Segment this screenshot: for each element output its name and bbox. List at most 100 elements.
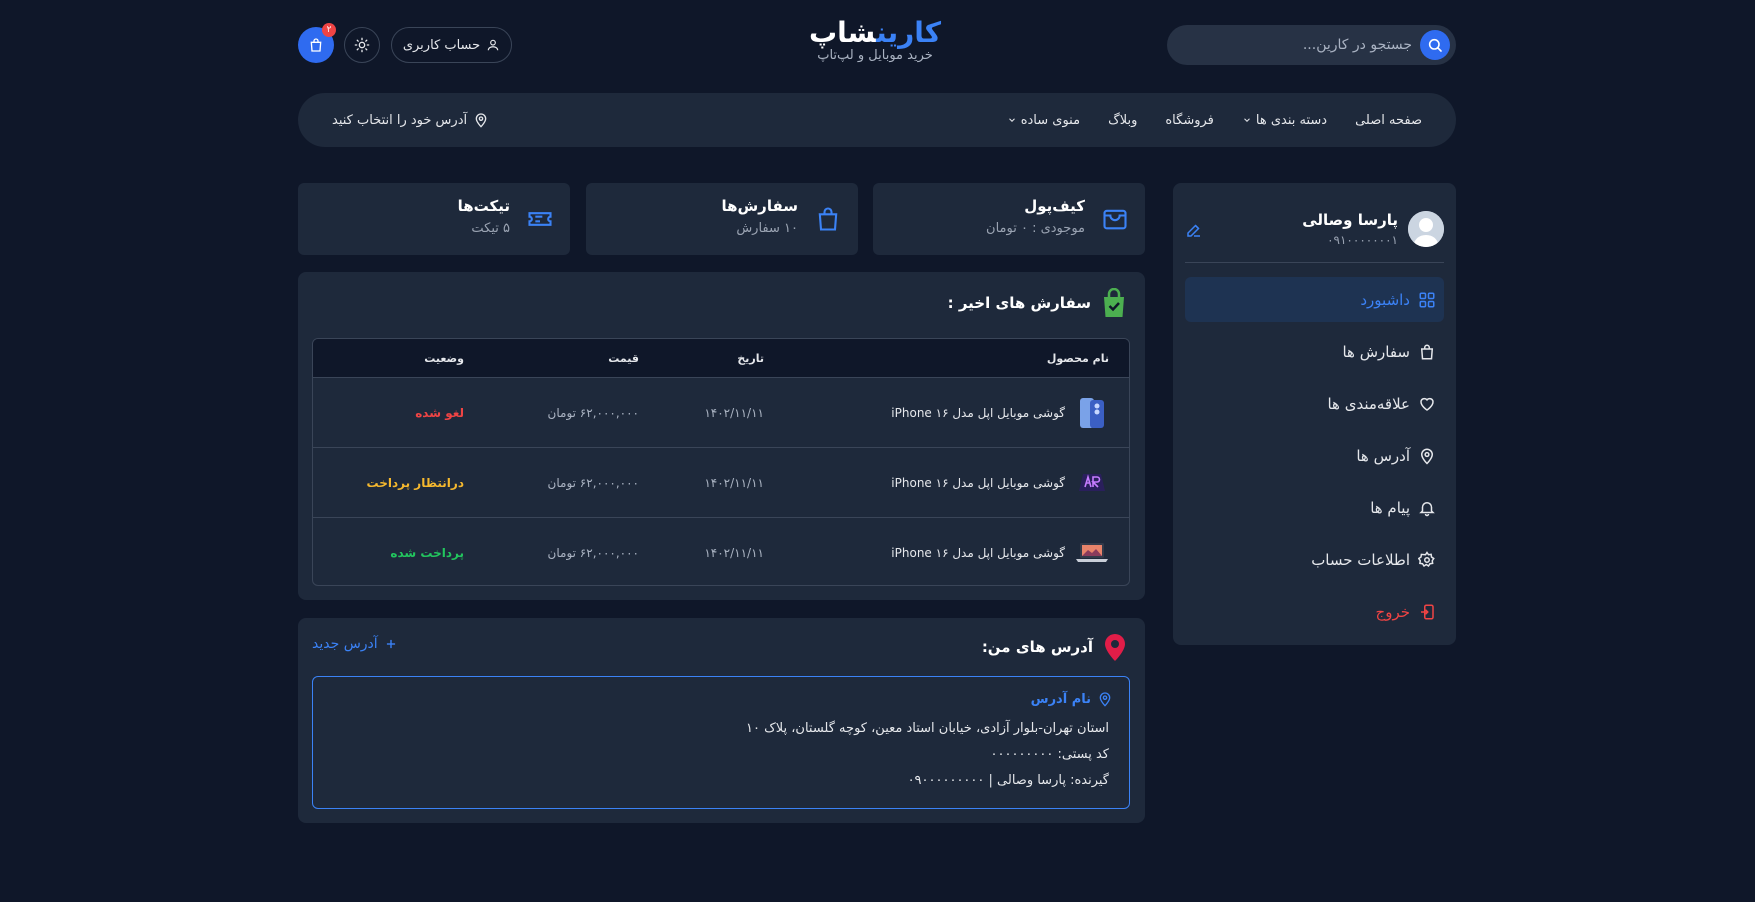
sidebar-item-label: پیام ها [1370,498,1410,517]
stat-title: تیکت‌ها [457,197,510,215]
table-header: نام محصول تاریخ قیمت وضعیت [313,339,1129,377]
nav-item-shop[interactable]: فروشگاه [1165,113,1214,128]
addresses-header: آدرس های من: [982,632,1127,662]
green-bag-icon [1104,288,1124,317]
table-row[interactable]: گوشی موبایل اپل مدل iPhone ۱۶ ۱۴۰۲/۱۱/۱۱… [313,447,1129,517]
sidebar-divider [1185,262,1444,263]
postal-code: کد پستی: ۰۰۰۰۰۰۰۰۰ [990,747,1109,762]
stat-card-tickets[interactable]: تیکت‌ها ۵ تیکت [298,183,570,255]
address-card[interactable]: نام آدرس استان تهران-بلوار آزادی، خیابان… [312,676,1130,809]
plus-icon [386,639,395,649]
column-header-date: تاریخ [737,351,764,365]
nav-item-label: صفحه اصلی [1355,112,1422,128]
table-row[interactable]: گوشی موبایل اپل مدل iPhone ۱۶ ۱۴۰۲/۱۱/۱۱… [313,517,1129,585]
recent-orders-panel: سفارش های اخیر : نام محصول تاریخ قیمت وض… [298,272,1145,600]
sidebar-item-addresses[interactable]: آدرس ها [1185,433,1444,478]
sidebar-item-favorites[interactable]: علاقه‌مندی ها [1185,381,1444,426]
bag-icon [1420,344,1434,359]
product-cell: گوشی موبایل اپل مدل iPhone ۱۶ [891,378,1109,447]
new-address-label: آدرس جدید [312,636,378,652]
gear-icon [1418,550,1435,567]
phone-product-image [1080,397,1104,428]
search-button[interactable] [1420,30,1450,60]
ticket-icon [528,212,552,226]
stat-subtitle: ۱۰ سفارش [736,221,798,236]
sidebar-item-logout[interactable]: خروج [1185,589,1444,634]
site-logo[interactable]: کارینشاپ خرید موبایل و لپ‌تاپ [795,16,955,63]
sidebar-item-account-info[interactable]: اطلاعات حساب [1185,537,1444,582]
product-thumbnail [1075,466,1109,500]
nav-item-home[interactable]: صفحه اصلی [1355,113,1422,128]
stat-subtitle: موجودی : ۰ تومان [986,221,1085,236]
map-pin-icon [1105,634,1125,661]
sun-icon [354,37,370,53]
logo-part-blue: کارین [876,16,941,49]
profile-name: پارسا وصالی [1302,211,1398,229]
product-thumbnail [1075,396,1109,430]
chevron-down-icon [1244,118,1250,122]
wallet-icon [1103,209,1127,230]
new-address-button[interactable]: آدرس جدید [312,636,398,652]
search-bar [1167,25,1456,65]
profile-summary: پارسا وصالی ۰۹۱۰۰۰۰۰۰۰۱ [1185,211,1444,251]
product-name: گوشی موبایل اپل مدل iPhone ۱۶ [891,545,1065,560]
location-icon [475,113,487,128]
edit-profile-button[interactable] [1185,221,1203,239]
address-name: نام آدرس [1030,691,1091,707]
search-icon [1428,38,1442,52]
nav-item-label: دسته بندی ها [1255,112,1328,128]
account-sidebar: پارسا وصالی ۰۹۱۰۰۰۰۰۰۰۱ داشبورد سفارش ها… [1173,183,1456,645]
addresses-title: آدرس های من: [981,638,1093,656]
theme-toggle-button[interactable] [344,27,380,63]
chevron-down-icon [1008,118,1015,122]
laptop-product-image [1076,542,1108,562]
product-cell: گوشی موبایل اپل مدل iPhone ۱۶ [891,518,1109,585]
nav-menu: صفحه اصلی دسته بندی ها فروشگاه وبلاگ منو… [1007,93,1422,147]
heart-icon [1420,397,1434,411]
main-nav: صفحه اصلی دسته بندی ها فروشگاه وبلاگ منو… [298,93,1456,147]
sidebar-item-label: داشبورد [1360,290,1410,309]
stat-card-wallet[interactable]: کیف‌پول موجودی : ۰ تومان [873,183,1145,255]
product-name: گوشی موبایل اپل مدل iPhone ۱۶ [891,405,1065,420]
product-cell: گوشی موبایل اپل مدل iPhone ۱۶ [891,448,1109,517]
user-icon [487,39,499,51]
order-date: ۱۴۰۲/۱۱/۱۱ [704,475,764,490]
nav-item-simple-menu[interactable]: منوی ساده [1007,113,1080,128]
sidebar-item-dashboard[interactable]: داشبورد [1185,277,1444,322]
nav-item-blog[interactable]: وبلاگ [1108,113,1137,128]
order-status: لغو شده [415,405,464,420]
sidebar-item-orders[interactable]: سفارش ها [1185,329,1444,374]
laptop-product-image [1079,473,1105,491]
select-address-label: آدرس خود را انتخاب کنید [332,112,468,128]
stat-icon-wrapper [814,205,842,233]
stat-title: کیف‌پول [1024,197,1085,215]
select-address-button[interactable]: آدرس خود را انتخاب کنید [332,93,489,147]
column-header-status: وضعیت [424,351,464,365]
sidebar-item-messages[interactable]: پیام ها [1185,485,1444,530]
order-price: ۶۲,۰۰۰,۰۰۰ تومان [547,475,639,490]
sidebar-item-label: خروج [1375,602,1410,621]
recent-orders-header: سفارش های اخیر : [948,288,1127,318]
table-row[interactable]: گوشی موبایل اپل مدل iPhone ۱۶ ۱۴۰۲/۱۱/۱۱… [313,377,1129,447]
nav-item-categories[interactable]: دسته بندی ها [1242,113,1327,128]
bell-icon [1419,501,1435,516]
profile-phone: ۰۹۱۰۰۰۰۰۰۰۱ [1327,233,1398,247]
dashboard-icon [1419,292,1435,307]
location-icon [1099,692,1111,707]
shopping-bag-icon [310,38,322,52]
addresses-panel: آدرس های من: آدرس جدید نام آدرس استان ته… [298,618,1145,823]
recipient: گیرنده: پارسا وصالی | ۰۹۰۰۰۰۰۰۰۰۰ [907,773,1109,788]
sidebar-item-label: اطلاعات حساب [1311,550,1410,569]
account-button[interactable]: حساب کاربری [391,27,512,63]
search-input[interactable] [1200,37,1420,53]
stat-icon-wrapper [526,205,554,233]
logo-subtitle: خرید موبایل و لپ‌تاپ [817,48,933,63]
stat-title: سفارش‌ها [721,197,798,215]
logout-icon [1421,604,1434,619]
sidebar-item-label: علاقه‌مندی ها [1327,394,1410,413]
stat-card-orders[interactable]: سفارش‌ها ۱۰ سفارش [586,183,858,255]
address-card-title: نام آدرس [1031,691,1113,707]
sidebar-item-label: سفارش ها [1342,342,1410,361]
column-header-name: نام محصول [1046,351,1109,365]
cart-button[interactable]: ۲ [298,23,336,63]
